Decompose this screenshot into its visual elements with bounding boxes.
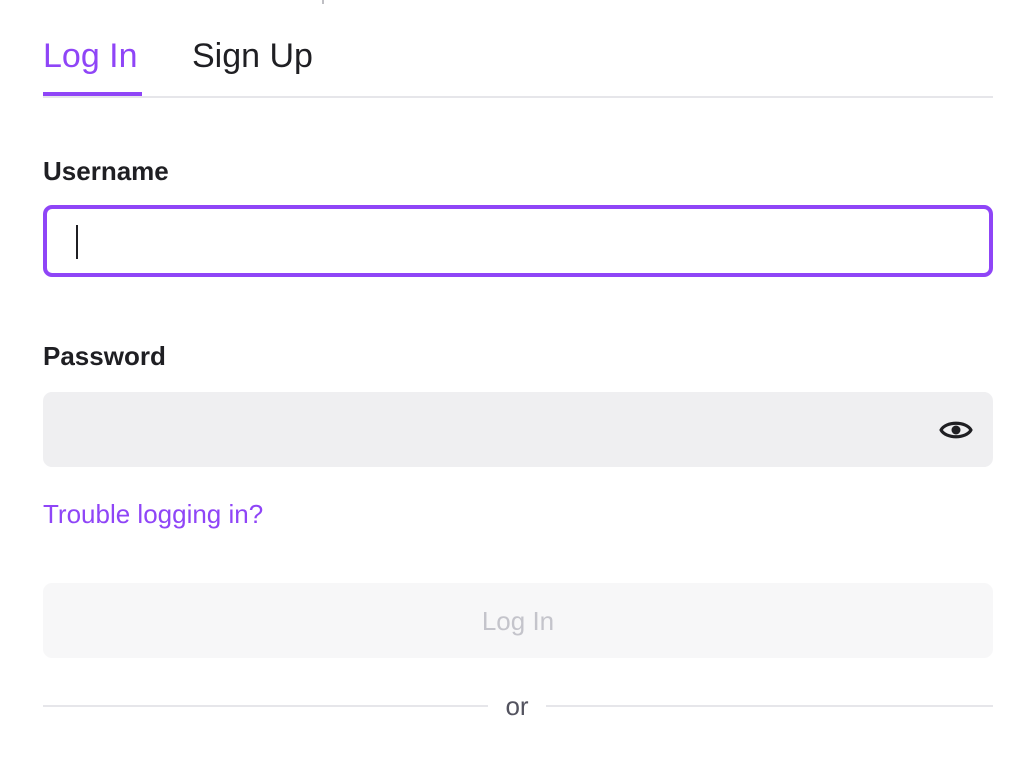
tab-sign-up[interactable]: Sign Up (192, 34, 313, 78)
eye-icon[interactable] (939, 416, 973, 444)
username-label: Username (43, 156, 169, 186)
trouble-logging-in-link[interactable]: Trouble logging in? (43, 497, 263, 531)
password-label: Password (43, 341, 166, 371)
username-field[interactable] (43, 205, 993, 277)
log-in-button[interactable]: Log In (43, 583, 993, 658)
text-caret (76, 225, 78, 259)
password-field[interactable] (43, 392, 993, 467)
username-input[interactable] (73, 221, 957, 263)
top-edge-mark (322, 0, 324, 4)
password-input[interactable] (67, 410, 921, 452)
active-tab-indicator (43, 92, 142, 96)
divider-or: or (505, 691, 529, 721)
tab-log-in[interactable]: Log In (43, 34, 138, 78)
auth-tabs: Log In Sign Up (43, 30, 993, 98)
divider-line-right (546, 705, 993, 707)
divider-line-left (43, 705, 488, 707)
